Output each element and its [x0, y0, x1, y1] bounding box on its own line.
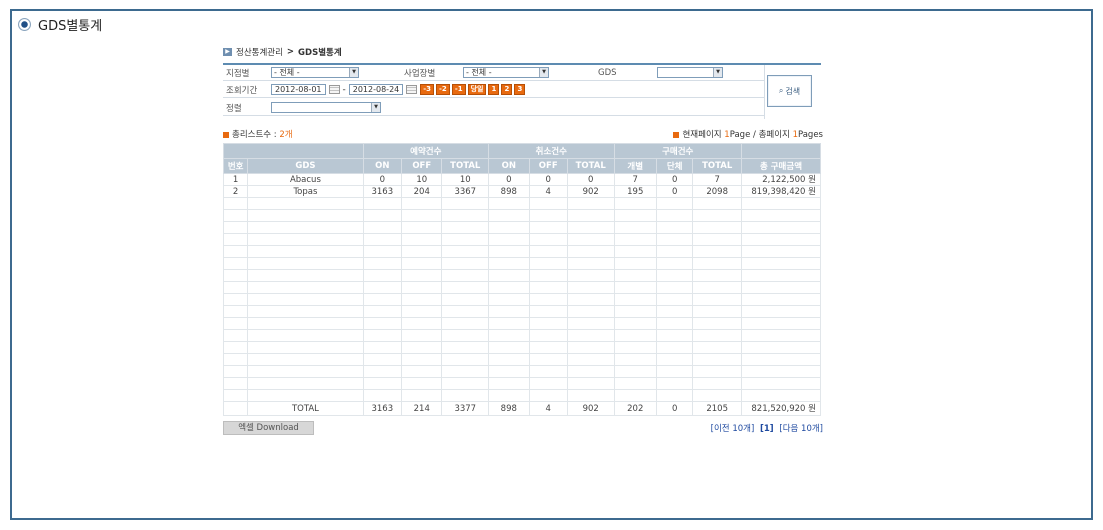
group-header-empty	[223, 143, 364, 159]
site-select-value: - 전체 -	[466, 68, 492, 77]
branch-select[interactable]: - 전체 - ▼	[271, 67, 359, 78]
empty-table-row	[222, 329, 822, 342]
empty-table-row	[222, 389, 822, 402]
empty-table-row	[222, 341, 822, 354]
col-header-gds: GDS	[247, 158, 364, 174]
total-count-value: 2개	[279, 130, 293, 140]
empty-table-row	[222, 317, 822, 330]
empty-table-row	[222, 209, 822, 222]
site-select[interactable]: - 전체 - ▼	[463, 67, 549, 78]
group-header-purchase: 구매건수	[613, 143, 742, 159]
quick-today-button[interactable]: 당일	[467, 84, 487, 95]
empty-table-row	[222, 365, 822, 378]
quick-minus1-button[interactable]: -1	[451, 84, 466, 95]
search-button[interactable]: ⌕ 검색	[767, 75, 812, 107]
chevron-down-icon: ▼	[371, 103, 380, 112]
quick-plus3-button[interactable]: 3	[514, 84, 526, 95]
empty-table-row	[222, 221, 822, 234]
group-header-cancel: 취소건수	[488, 143, 615, 159]
table-row: 2 Topas 3163 204 3367 898 4 902 195 0 2098 819…	[222, 185, 822, 198]
table-footer: 엑셀 Download [이전 10개] [1] [다음 10개]	[223, 421, 823, 435]
table-body: 1 Abacus 0 10 10 0 00 70 7 2,122,500 원 2 Topa…	[222, 173, 822, 402]
col-header-can-total: TOTAL	[566, 158, 615, 174]
stats-table: 예약건수 취소건수 구매건수 번호 GDS ON OFF TOTAL ON OF…	[222, 143, 822, 416]
search-panel: 지점별 - 전체 - ▼ 사업장별 - 전체 - ▼ GDS ▼ 조회기간 20…	[223, 63, 821, 119]
chevron-down-icon: ▼	[349, 68, 358, 77]
col-header-res-total: TOTAL	[441, 158, 490, 174]
quick-plus2-button[interactable]: 2	[501, 84, 513, 95]
chevron-down-icon: ▼	[713, 68, 722, 77]
search-row-3: 정렬 ▼	[223, 100, 765, 116]
quick-minus2-button[interactable]: -2	[436, 84, 450, 95]
empty-table-row	[222, 353, 822, 366]
date-from-input[interactable]: 2012-08-01	[271, 84, 326, 95]
page-title-text: GDS별통계	[38, 19, 103, 34]
breadcrumb: ▶ 정산통계관리 > GDS별통계	[223, 46, 823, 58]
table-row: 1 Abacus 0 10 10 0 00 70 7 2,122,500 원	[222, 173, 822, 186]
col-header-amount: 총 구매금액	[740, 158, 822, 174]
list-meta: 총리스트수 : 2개 현재페이지 1Page / 총페이지 1Pages	[223, 128, 823, 140]
excel-download-button[interactable]: 엑셀 Download	[223, 421, 314, 435]
date-separator: -	[342, 84, 346, 95]
branch-select-value: - 전체 -	[274, 68, 300, 77]
col-header-pur-group: 단체	[655, 158, 694, 174]
pagination: [이전 10개] [1] [다음 10개]	[711, 422, 823, 434]
sort-select[interactable]: ▼	[271, 102, 381, 113]
search-row-1: 지점별 - 전체 - ▼ 사업장별 - 전체 - ▼ GDS ▼	[223, 65, 765, 81]
empty-table-row	[222, 281, 822, 294]
group-header-reservation: 예약건수	[362, 143, 490, 159]
breadcrumb-separator: >	[286, 47, 295, 57]
col-header-res-on: ON	[362, 158, 403, 174]
page-info: 현재페이지 1Page / 총페이지 1Pages	[673, 128, 823, 140]
quick-plus1-button[interactable]: 1	[488, 84, 500, 95]
site-label: 사업장별	[404, 68, 436, 79]
col-header-can-off: OFF	[528, 158, 568, 174]
empty-table-row	[222, 293, 822, 306]
empty-table-row	[222, 269, 822, 282]
empty-table-row	[222, 305, 822, 318]
breadcrumb-current: GDS별통계	[298, 48, 342, 58]
col-header-res-off: OFF	[401, 158, 443, 174]
group-header-row: 예약건수 취소건수 구매건수	[223, 143, 822, 159]
search-divider	[764, 65, 765, 119]
calendar-icon[interactable]	[406, 85, 418, 94]
col-header-can-on: ON	[488, 158, 530, 174]
next-10-link[interactable]: [다음 10개]	[779, 424, 823, 434]
date-to-input[interactable]: 2012-08-24	[348, 84, 404, 95]
empty-table-row	[222, 197, 822, 210]
orange-square-icon	[223, 131, 229, 138]
page-title: GDS별통계	[18, 15, 102, 34]
col-header-pur-individual: 개별	[613, 158, 657, 174]
breadcrumb-parent[interactable]: 정산통계관리	[236, 46, 283, 58]
magnifier-icon: ⌕	[778, 86, 784, 95]
page-1-link[interactable]: [1]	[760, 424, 774, 434]
col-header-pur-total: TOTAL	[692, 158, 742, 174]
total-row: TOTAL 3163 214 3377 898 4 902 202 0 2105 821,…	[222, 401, 822, 416]
radio-bullet-icon	[18, 18, 31, 31]
col-header-no: 번호	[222, 158, 249, 174]
empty-table-row	[222, 257, 822, 270]
sort-label: 정렬	[226, 103, 242, 114]
calendar-icon[interactable]	[328, 85, 340, 94]
search-button-label: 검색	[785, 86, 801, 96]
empty-table-row	[222, 233, 822, 246]
gds-label: GDS	[598, 67, 617, 78]
branch-label: 지점별	[226, 68, 250, 79]
group-header-empty	[740, 143, 822, 159]
quick-minus3-button[interactable]: -3	[420, 84, 435, 95]
orange-square-icon	[673, 131, 680, 138]
breadcrumb-arrow-icon: ▶	[223, 48, 232, 56]
period-label: 조회기간	[226, 85, 258, 96]
chevron-down-icon: ▼	[539, 68, 548, 77]
prev-10-link[interactable]: [이전 10개]	[711, 424, 755, 434]
gds-select[interactable]: ▼	[657, 67, 723, 78]
content-area: ▶ 정산통계관리 > GDS별통계 지점별 - 전체 - ▼ 사업장별 - 전체…	[222, 46, 823, 435]
search-row-2: 조회기간 2012-08-01 - 2012-08-24 -3 -2 -1 당일…	[223, 82, 765, 98]
empty-table-row	[222, 245, 822, 258]
empty-table-row	[222, 377, 822, 390]
column-header-row: 번호 GDS ON OFF TOTAL ON OFF TOTAL 개별 단체 T…	[222, 158, 822, 174]
total-count: 총리스트수 : 2개	[223, 128, 293, 140]
